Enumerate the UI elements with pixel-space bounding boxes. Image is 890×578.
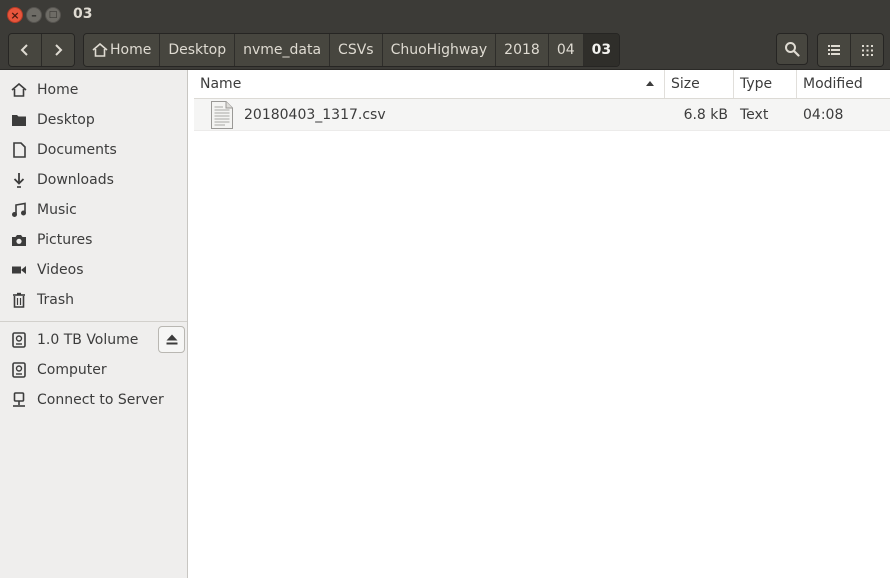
sort-ascending-icon xyxy=(646,81,654,86)
sidebar-item-label: Videos xyxy=(37,262,84,278)
file-type: Text xyxy=(740,106,769,123)
home-icon xyxy=(11,83,27,97)
sidebar-item-label: Trash xyxy=(37,292,74,308)
back-button[interactable] xyxy=(9,34,41,66)
minimize-icon: – xyxy=(31,8,37,22)
sidebar-item-documents[interactable]: Documents xyxy=(0,135,187,165)
file-modified: 04:08 xyxy=(803,106,844,123)
sidebar-item-connect-to-server[interactable]: Connect to Server xyxy=(0,385,187,415)
column-header-row: Name Size Type Modified xyxy=(194,70,890,99)
sidebar-divider xyxy=(0,321,187,322)
file-name: 20180403_1317.csv xyxy=(244,106,386,123)
sidebar-item-label: Computer xyxy=(37,362,107,378)
breadcrumb-nvme-data[interactable]: nvme_data xyxy=(234,34,330,66)
maximize-icon: □ xyxy=(48,9,58,20)
home-icon xyxy=(92,43,108,57)
breadcrumb-chuohighway[interactable]: ChuoHighway xyxy=(381,34,496,66)
title-bar: × – □ 03 xyxy=(0,0,890,30)
grid-view-button[interactable] xyxy=(850,34,883,66)
trash-icon xyxy=(13,292,25,308)
camera-icon xyxy=(12,235,26,246)
column-header-label: Size xyxy=(671,76,700,92)
breadcrumb-home[interactable]: Home xyxy=(84,34,160,66)
drive-icon xyxy=(12,362,26,378)
column-header-label: Name xyxy=(200,76,242,92)
sidebar-item-label: 1.0 TB Volume xyxy=(37,332,139,348)
column-header-size[interactable]: Size xyxy=(664,70,733,98)
minimize-window-button[interactable]: – xyxy=(26,7,42,23)
toolbar: Home Desktop nvme_data CSVs ChuoHighway … xyxy=(0,30,890,70)
close-window-button[interactable]: × xyxy=(7,7,23,23)
sidebar-item-label: Music xyxy=(37,202,77,218)
column-header-name[interactable]: Name xyxy=(194,70,664,98)
file-size: 6.8 kB xyxy=(683,106,728,123)
text-file-icon xyxy=(211,101,233,129)
list-view-icon xyxy=(828,45,840,55)
breadcrumb-03-current[interactable]: 03 xyxy=(582,34,620,66)
breadcrumb-label: 03 xyxy=(591,42,612,58)
sidebar-item-label: Connect to Server xyxy=(37,392,164,408)
column-header-label: Modified xyxy=(803,76,863,92)
eject-button[interactable] xyxy=(158,326,185,353)
breadcrumb-label: Home xyxy=(110,42,152,58)
table-row[interactable]: 20180403_1317.csv 6.8 kB Text 04:08 xyxy=(194,99,890,131)
search-button[interactable] xyxy=(776,33,808,65)
sidebar-item-pictures[interactable]: Pictures xyxy=(0,225,187,255)
breadcrumb-label: 04 xyxy=(556,42,575,58)
file-list-view[interactable]: Name Size Type Modified 20180403_1317.cs… xyxy=(194,70,890,578)
breadcrumb-label: 2018 xyxy=(504,42,540,58)
breadcrumb-label: nvme_data xyxy=(243,42,322,58)
breadcrumb-label: ChuoHighway xyxy=(390,42,488,58)
breadcrumb-2018[interactable]: 2018 xyxy=(495,34,548,66)
breadcrumb-label: Desktop xyxy=(168,42,227,58)
history-navigation xyxy=(8,33,75,67)
sidebar-item-label: Pictures xyxy=(37,232,93,248)
sidebar-item-label: Desktop xyxy=(37,112,95,128)
music-icon xyxy=(12,202,26,217)
breadcrumb: Home Desktop nvme_data CSVs ChuoHighway … xyxy=(83,33,621,67)
search-icon xyxy=(785,42,800,57)
eject-icon xyxy=(166,334,177,345)
column-header-modified[interactable]: Modified xyxy=(796,70,890,98)
document-icon xyxy=(12,142,26,158)
list-view-button[interactable] xyxy=(818,34,850,66)
sidebar-item-label: Home xyxy=(37,82,79,98)
breadcrumb-label: CSVs xyxy=(338,42,374,58)
grid-view-icon xyxy=(861,44,873,56)
sidebar-item-music[interactable]: Music xyxy=(0,195,187,225)
sidebar: Home Desktop Documents Downloads Music P… xyxy=(0,70,188,578)
sidebar-item-videos[interactable]: Videos xyxy=(0,255,187,285)
view-mode-group xyxy=(817,33,884,67)
sidebar-item-home[interactable]: Home xyxy=(0,75,187,105)
sidebar-item-label: Downloads xyxy=(37,172,114,188)
video-icon xyxy=(12,266,26,274)
sidebar-item-desktop[interactable]: Desktop xyxy=(0,105,187,135)
sidebar-item-computer[interactable]: Computer xyxy=(0,355,187,385)
folder-icon xyxy=(12,115,26,126)
maximize-window-button[interactable]: □ xyxy=(45,7,61,23)
breadcrumb-csvs[interactable]: CSVs xyxy=(329,34,382,66)
breadcrumb-04[interactable]: 04 xyxy=(547,34,583,66)
sidebar-item-trash[interactable]: Trash xyxy=(0,285,187,315)
window-title: 03 xyxy=(73,6,93,22)
sidebar-item-label: Documents xyxy=(37,142,117,158)
chevron-right-icon xyxy=(55,44,63,56)
download-icon xyxy=(13,173,25,188)
column-header-label: Type xyxy=(740,76,773,92)
breadcrumb-desktop[interactable]: Desktop xyxy=(159,34,235,66)
close-icon: × xyxy=(10,8,20,22)
column-header-type[interactable]: Type xyxy=(733,70,796,98)
forward-button[interactable] xyxy=(41,34,74,66)
drive-icon xyxy=(12,332,26,348)
chevron-left-icon xyxy=(20,44,28,56)
sidebar-item-downloads[interactable]: Downloads xyxy=(0,165,187,195)
network-icon xyxy=(13,392,25,407)
